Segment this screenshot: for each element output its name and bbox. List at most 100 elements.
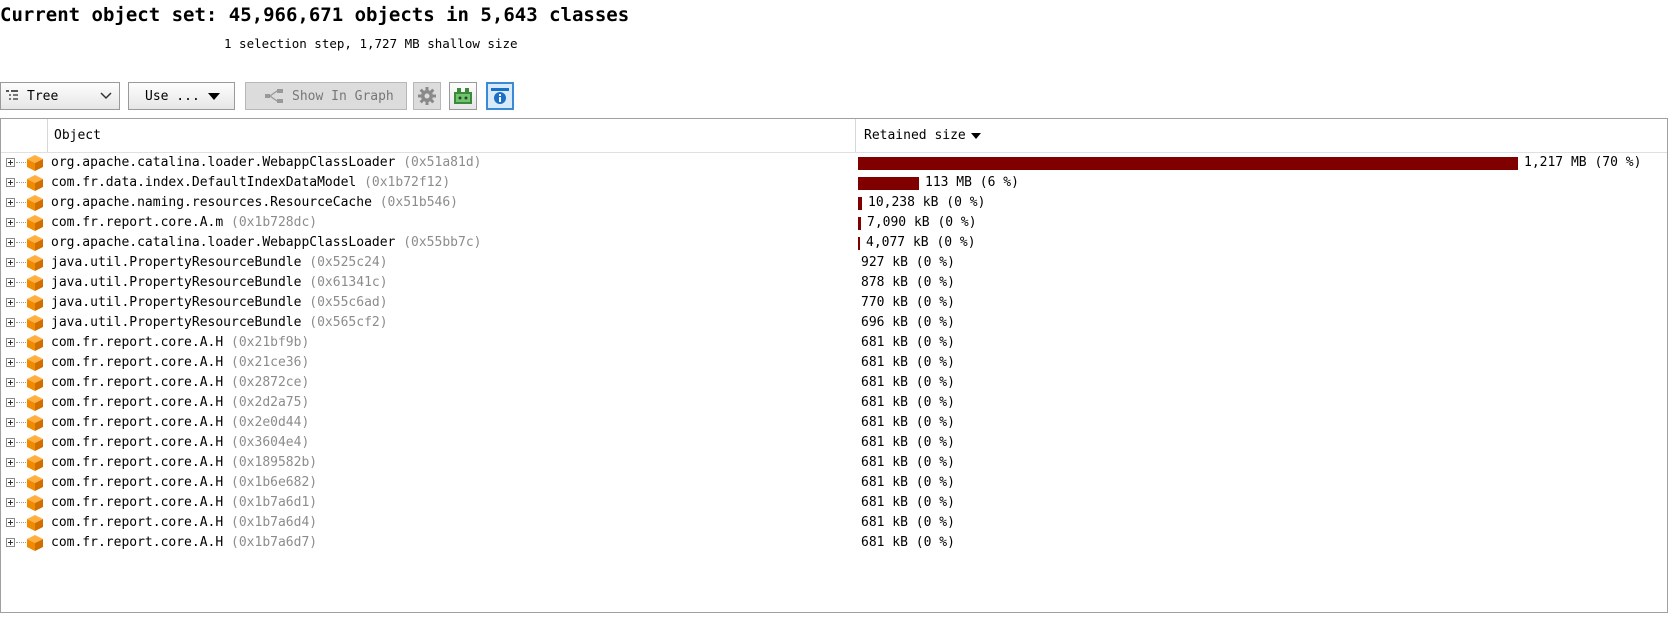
class-instance-icon <box>27 495 43 511</box>
object-column-label: Object <box>54 128 101 143</box>
object-table: Object Retained size org.apache.catalina… <box>0 118 1668 613</box>
object-class: com.fr.report.core.A.H <box>51 355 224 370</box>
expand-icon[interactable] <box>6 238 15 247</box>
expand-icon[interactable] <box>6 358 15 367</box>
class-instance-icon <box>27 355 43 371</box>
expand-icon[interactable] <box>6 298 15 307</box>
expand-icon[interactable] <box>6 398 15 407</box>
object-address: (0x21ce36) <box>231 355 310 370</box>
table-row[interactable]: java.util.PropertyResourceBundle (0x565c… <box>1 313 1667 333</box>
retained-size-value: 1,217 MB (70 %) <box>1524 155 1642 170</box>
table-row[interactable]: com.fr.report.core.A.H (0x21ce36) 681 kB … <box>1 353 1667 373</box>
show-in-graph-button[interactable]: Show In Graph <box>245 82 407 110</box>
object-address: (0x525c24) <box>309 255 388 270</box>
table-row[interactable]: com.fr.report.core.A.H (0x2e0d44) 681 kB … <box>1 413 1667 433</box>
retained-size-value: 681 kB (0 %) <box>861 335 955 350</box>
tree-connector <box>16 442 26 444</box>
view-mode-label: Tree <box>27 88 59 104</box>
table-row[interactable]: org.apache.catalina.loader.WebappClassLo… <box>1 233 1667 253</box>
tree-connector <box>16 462 26 464</box>
table-row[interactable]: com.fr.report.core.A.H (0x21bf9b) 681 kB … <box>1 333 1667 353</box>
expand-icon[interactable] <box>6 278 15 287</box>
sort-descending-icon <box>970 132 981 139</box>
class-instance-icon <box>27 195 43 211</box>
class-instance-icon <box>27 215 43 231</box>
expand-icon[interactable] <box>6 498 15 507</box>
object-name: com.fr.report.core.A.H (0x3604e4) <box>51 435 309 450</box>
object-name: com.fr.report.core.A.H (0x1b7a6d4) <box>51 515 317 530</box>
object-column-header[interactable]: Object <box>48 119 856 152</box>
expand-icon[interactable] <box>6 418 15 427</box>
table-row[interactable]: com.fr.report.core.A.H (0x2d2a75) 681 kB … <box>1 393 1667 413</box>
table-row[interactable]: com.fr.report.core.A.H (0x1b7a6d1) 681 kB… <box>1 493 1667 513</box>
class-instance-icon <box>27 395 43 411</box>
table-row[interactable]: java.util.PropertyResourceBundle (0x525c… <box>1 253 1667 273</box>
expand-icon[interactable] <box>6 458 15 467</box>
expand-icon[interactable] <box>6 338 15 347</box>
table-row[interactable]: java.util.PropertyResourceBundle (0x55c6… <box>1 293 1667 313</box>
table-row[interactable]: com.fr.data.index.DefaultIndexDataModel … <box>1 173 1667 193</box>
table-row[interactable]: com.fr.report.core.A.m (0x1b728dc) 7,090 … <box>1 213 1667 233</box>
object-name: com.fr.report.core.A.H (0x21bf9b) <box>51 335 309 350</box>
tree-connector <box>16 282 26 284</box>
object-name: com.fr.report.core.A.H (0x21ce36) <box>51 355 309 370</box>
table-row[interactable]: com.fr.report.core.A.H (0x3604e4) 681 kB … <box>1 433 1667 453</box>
retained-size-bar <box>858 177 919 190</box>
object-class: org.apache.catalina.loader.WebappClassLo… <box>51 235 396 250</box>
class-instance-icon <box>27 435 43 451</box>
table-row[interactable]: org.apache.naming.resources.ResourceCach… <box>1 193 1667 213</box>
class-instance-icon <box>27 235 43 251</box>
snapshot-button[interactable] <box>449 82 477 110</box>
expand-icon[interactable] <box>6 538 15 547</box>
object-class: com.fr.report.core.A.H <box>51 395 224 410</box>
object-name: com.fr.report.core.A.H (0x2e0d44) <box>51 415 309 430</box>
object-address: (0x2d2a75) <box>231 395 310 410</box>
tree-connector <box>16 522 26 524</box>
retained-size-column-header[interactable]: Retained size <box>857 119 1057 152</box>
info-button[interactable] <box>486 82 514 110</box>
tree-gutter-header <box>1 119 48 152</box>
expand-icon[interactable] <box>6 218 15 227</box>
expand-icon[interactable] <box>6 258 15 267</box>
object-class: com.fr.report.core.A.H <box>51 435 224 450</box>
class-instance-icon <box>27 315 43 331</box>
object-class: com.fr.report.core.A.m <box>51 215 224 230</box>
tree-connector <box>16 262 26 264</box>
expand-icon[interactable] <box>6 178 15 187</box>
expand-icon[interactable] <box>6 378 15 387</box>
object-class: com.fr.report.core.A.H <box>51 535 224 550</box>
retained-size-value: 4,077 kB (0 %) <box>866 235 976 250</box>
object-address: (0x1b7a6d7) <box>231 535 318 550</box>
expand-icon[interactable] <box>6 318 15 327</box>
settings-button[interactable] <box>413 82 441 110</box>
retained-size-value: 878 kB (0 %) <box>861 275 955 290</box>
retained-size-value: 10,238 kB (0 %) <box>868 195 986 210</box>
chevron-down-icon <box>100 92 112 100</box>
expand-icon[interactable] <box>6 438 15 447</box>
object-class: com.fr.report.core.A.H <box>51 515 224 530</box>
table-body: org.apache.catalina.loader.WebappClassLo… <box>1 153 1667 553</box>
expand-icon[interactable] <box>6 158 15 167</box>
retained-size-value: 681 kB (0 %) <box>861 515 955 530</box>
object-name: com.fr.report.core.A.H (0x1b7a6d1) <box>51 495 317 510</box>
table-row[interactable]: com.fr.report.core.A.H (0x189582b) 681 kB… <box>1 453 1667 473</box>
use-dropdown-button[interactable]: Use ... <box>128 82 235 110</box>
object-address: (0x61341c) <box>309 275 388 290</box>
table-row[interactable]: com.fr.report.core.A.H (0x1b7a6d7) 681 kB… <box>1 533 1667 553</box>
expand-icon[interactable] <box>6 518 15 527</box>
table-row[interactable]: com.fr.report.core.A.H (0x1b6e682) 681 kB… <box>1 473 1667 493</box>
class-instance-icon <box>27 375 43 391</box>
view-mode-dropdown[interactable]: Tree <box>0 82 120 110</box>
tree-connector <box>16 322 26 324</box>
object-class: com.fr.report.core.A.H <box>51 475 224 490</box>
object-name: java.util.PropertyResourceBundle (0x525c… <box>51 255 388 270</box>
table-row[interactable]: org.apache.catalina.loader.WebappClassLo… <box>1 153 1667 173</box>
tree-connector <box>16 482 26 484</box>
object-address: (0x565cf2) <box>309 315 388 330</box>
table-row[interactable]: java.util.PropertyResourceBundle (0x6134… <box>1 273 1667 293</box>
table-row[interactable]: com.fr.report.core.A.H (0x1b7a6d4) 681 kB… <box>1 513 1667 533</box>
expand-icon[interactable] <box>6 478 15 487</box>
table-row[interactable]: com.fr.report.core.A.H (0x2872ce) 681 kB … <box>1 373 1667 393</box>
expand-icon[interactable] <box>6 198 15 207</box>
object-address: (0x1b7a6d4) <box>231 515 318 530</box>
